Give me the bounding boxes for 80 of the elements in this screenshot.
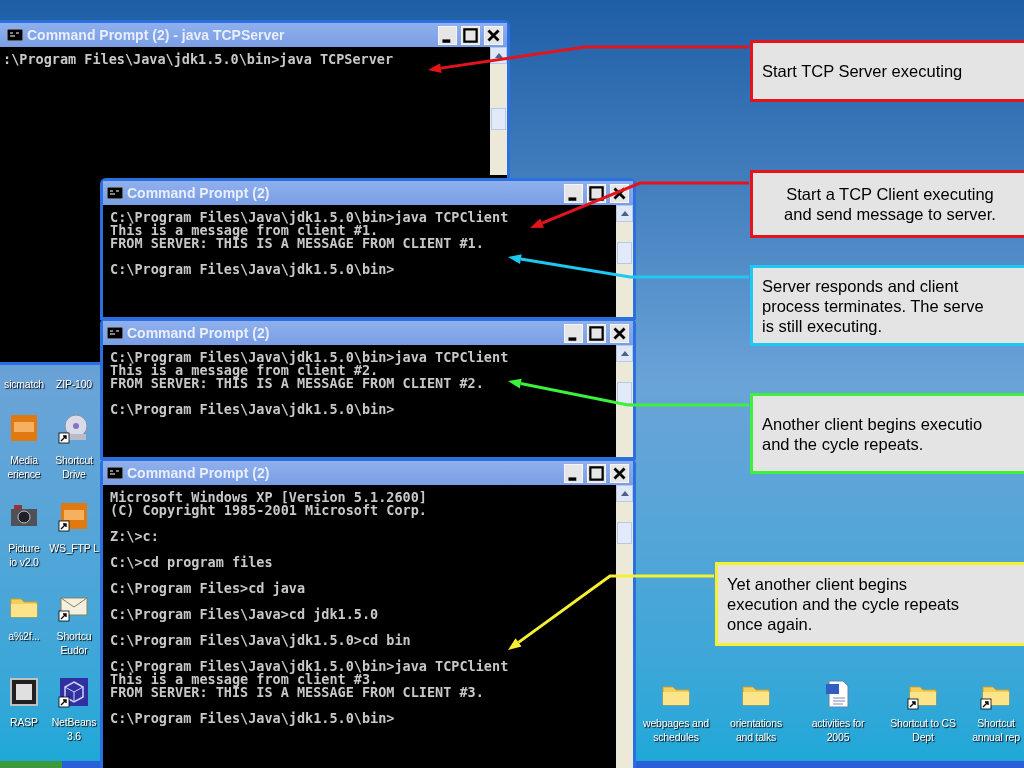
console-line: C:\Program Files>cd java: [110, 582, 307, 595]
icon-label[interactable]: RASP: [0, 715, 48, 729]
framed-square-icon[interactable]: [8, 676, 40, 708]
scrollbar[interactable]: [490, 47, 507, 175]
console-line: FROM SERVER: THIS IS A MESSAGE FROM CLIENT #1.: [110, 237, 485, 250]
icon-label[interactable]: Shortcut Drive: [48, 453, 100, 481]
console-line: C:\Program Files\Java\jdk1.5.0\bin>java TCPClient: [110, 351, 510, 364]
console-icon: [107, 327, 123, 339]
window-title: Command Prompt (2): [127, 323, 271, 343]
console-line: C:\Program Files\Java\jdk1.5.0\bin>: [110, 712, 396, 725]
title-bar[interactable]: Command Prompt (2): [103, 181, 633, 205]
icon-label[interactable]: Shortcut annual rep: [966, 716, 1024, 744]
maximize-icon[interactable]: [461, 25, 480, 45]
start-button[interactable]: [0, 761, 62, 768]
console-line: FROM SERVER: THIS IS A MESSAGE FROM CLIENT #3.: [110, 686, 485, 699]
console-line: C:\Program Files\Java\jdk1.5.0\bin>java TCPClient: [110, 660, 510, 673]
disc-icon[interactable]: [58, 412, 90, 444]
icon-label[interactable]: webpages and schedules: [640, 716, 712, 744]
console-line: C:\Program Files\Java\jdk1.5.0\bin>java TCPClient: [110, 211, 510, 224]
tile-icon[interactable]: [58, 500, 90, 532]
minimize-icon[interactable]: [564, 323, 583, 343]
icon-label[interactable]: activities for 2005: [800, 716, 876, 744]
close-icon[interactable]: [610, 323, 629, 343]
console-icon: [7, 29, 23, 41]
console-line: Z:\>c:: [110, 530, 160, 543]
icon-label[interactable]: WS_FTP L: [48, 541, 100, 555]
callout-text: Server responds and client process terminates. The serve is still executing.: [750, 265, 1024, 346]
scroll-up-icon[interactable]: [620, 351, 629, 356]
tile-icon[interactable]: [8, 412, 40, 444]
callout-text: Another client begins executio and the cycle repeats.: [750, 393, 1024, 474]
icon-label[interactable]: Media erience: [0, 453, 48, 481]
maximize-icon[interactable]: [587, 323, 606, 343]
scroll-thumb[interactable]: [491, 108, 506, 130]
icon-label[interactable]: Shortcut to CS Dept: [884, 716, 962, 744]
console-line: FROM SERVER: THIS IS A MESSAGE FROM CLIENT #2.: [110, 377, 485, 390]
minimize-icon[interactable]: [564, 183, 583, 203]
console-line: This is a message from client #2.: [110, 364, 379, 377]
icon-label[interactable]: Picture io v2.0: [0, 541, 48, 569]
console-line: Microsoft Windows XP [Version 5.1.2600]: [110, 491, 428, 504]
icon-label[interactable]: a%2f...: [0, 629, 48, 643]
callout-text: Yet another client begins execution and the cycle repeats once again.: [715, 562, 1024, 646]
scroll-thumb[interactable]: [617, 382, 632, 404]
icon-label[interactable]: ZIP-100: [48, 377, 100, 391]
console-line: C:\>cd program files: [110, 556, 274, 569]
icon-label[interactable]: sicmatch: [0, 377, 48, 391]
console-line: This is a message from client #1.: [110, 224, 379, 237]
title-bar[interactable]: Command Prompt (2): [103, 461, 633, 485]
scroll-up-icon[interactable]: [620, 211, 629, 216]
console-line: This is a message from client #3.: [110, 673, 379, 686]
icon-label[interactable]: orientations and talks: [720, 716, 792, 744]
title-bar[interactable]: Command Prompt (2): [103, 321, 633, 345]
icon-label[interactable]: Shortcu Eudor: [48, 629, 100, 657]
minimize-icon[interactable]: [564, 463, 583, 483]
minimize-icon[interactable]: [438, 25, 457, 45]
console-line: :\Program Files\Java\jdk1.5.0\bin>java TCPServer: [3, 53, 395, 66]
console-icon: [107, 467, 123, 479]
console-line: C:\Program Files\Java\jdk1.5.0\bin>: [110, 403, 396, 416]
close-icon[interactable]: [484, 25, 503, 45]
window-title: Command Prompt (2): [127, 463, 271, 483]
callout-text: Start a TCP Client executing and send message to server.: [750, 170, 1024, 238]
window-title: Command Prompt (2) - java TCPServer: [27, 25, 286, 45]
title-bar[interactable]: Command Prompt (2) - java TCPServer: [0, 23, 507, 47]
scroll-up-icon[interactable]: [494, 53, 503, 58]
console-line: C:\Program Files\Java>cd jdk1.5.0: [110, 608, 380, 621]
scroll-up-icon[interactable]: [620, 491, 629, 496]
maximize-icon[interactable]: [587, 463, 606, 483]
scrollbar[interactable]: [616, 485, 633, 768]
console-line: (C) Copyright 1985-2001 Microsoft Corp.: [110, 504, 428, 517]
console-line: C:\Program Files\Java\jdk1.5.0>cd bin: [110, 634, 412, 647]
scrollbar[interactable]: [616, 345, 633, 457]
scrollbar[interactable]: [616, 205, 633, 317]
cube-icon[interactable]: [58, 676, 90, 708]
scroll-thumb[interactable]: [617, 242, 632, 264]
console-line: C:\Program Files\Java\jdk1.5.0\bin>: [110, 263, 396, 276]
window-title: Command Prompt (2): [127, 183, 271, 203]
close-icon[interactable]: [610, 463, 629, 483]
scroll-thumb[interactable]: [617, 522, 632, 544]
icon-label[interactable]: NetBeans 3.6: [48, 715, 100, 743]
console-icon: [107, 187, 123, 199]
callout-text: Start TCP Server executing: [750, 40, 1024, 102]
